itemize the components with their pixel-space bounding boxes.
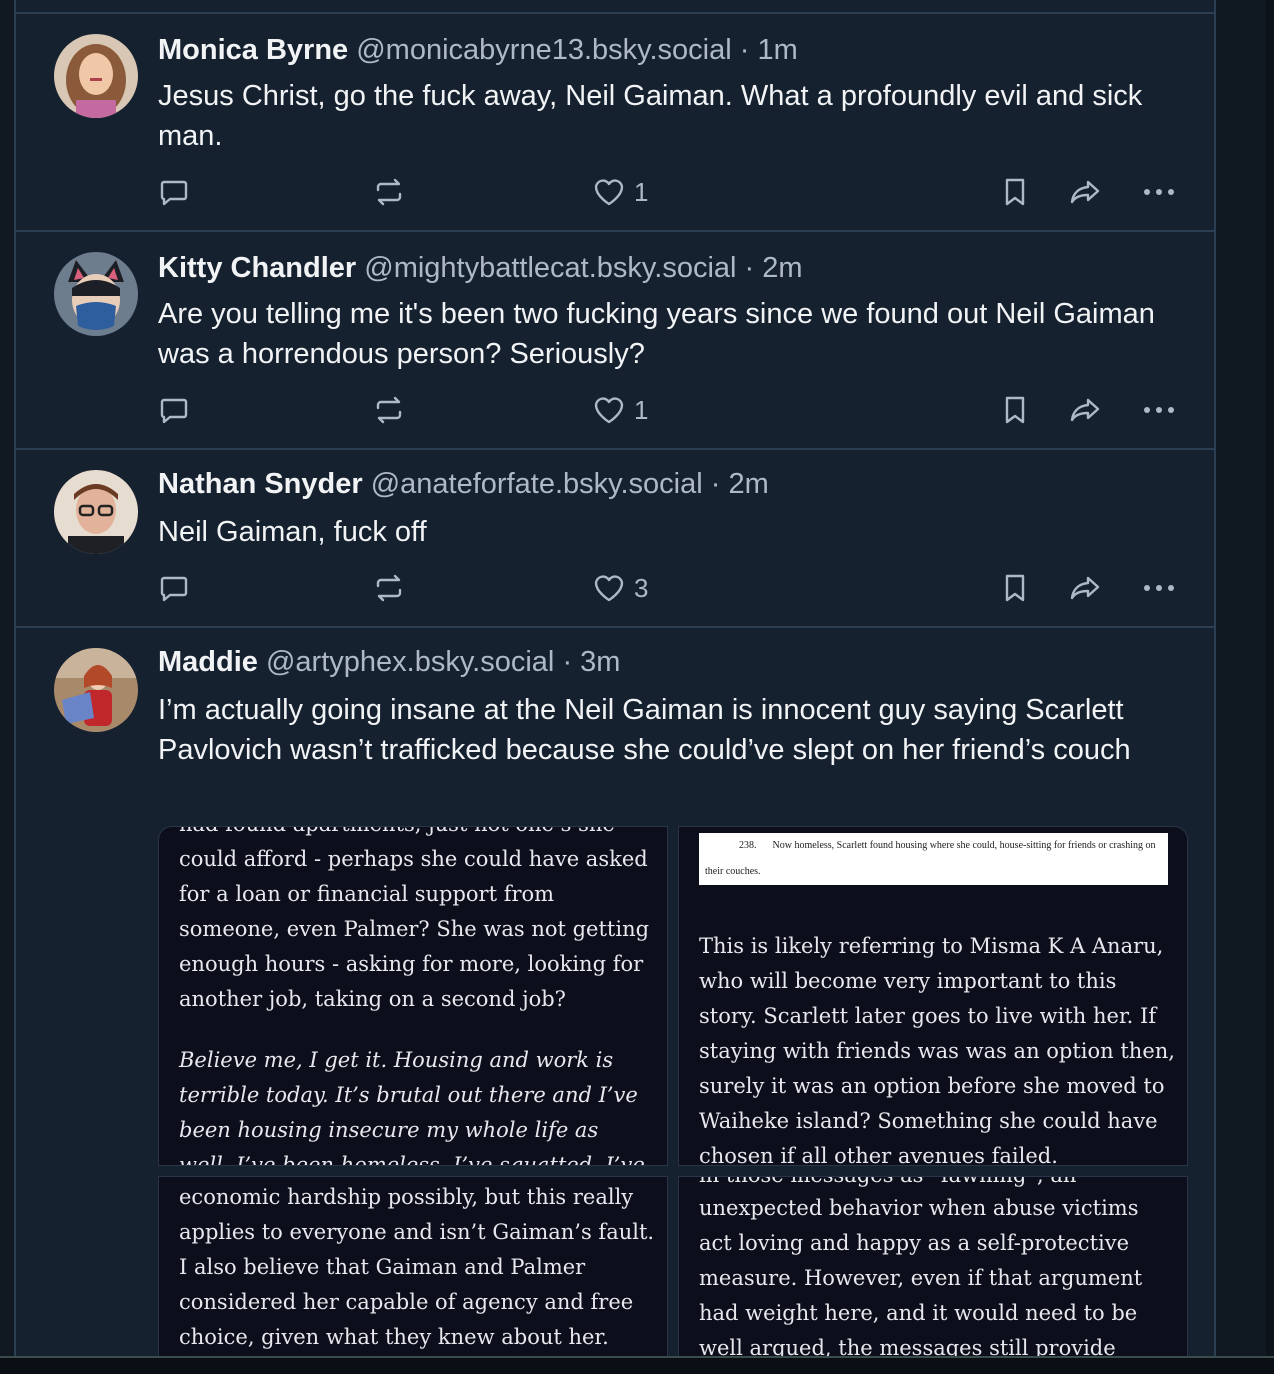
reply-icon — [160, 576, 188, 602]
post-header: Maddie @artyphex.bsky.social · 3m — [158, 646, 1194, 679]
separator-dot: · — [562, 646, 573, 678]
post-time[interactable]: 3m — [580, 646, 620, 678]
heart-icon — [594, 179, 624, 206]
avatar[interactable] — [54, 648, 138, 732]
bookmark-icon — [1005, 396, 1025, 424]
share-button[interactable] — [1068, 172, 1104, 212]
attached-image-2[interactable]: 238. Now homeless, Scarlett found housing… — [678, 826, 1188, 1166]
avatar[interactable] — [54, 34, 138, 118]
post[interactable]: Nathan Snyder @anateforfate.bsky.social … — [16, 450, 1214, 628]
image-text: This is likely referring to Misma K A An… — [699, 934, 1175, 1166]
bookmark-button[interactable] — [1000, 568, 1030, 608]
repost-icon — [376, 396, 402, 424]
post-text: Are you telling me it's been two fucking… — [158, 298, 1155, 370]
post-time[interactable]: 2m — [729, 468, 769, 500]
post-text: I’m actually going insane at the Neil Ga… — [158, 694, 1131, 766]
paragraph-number: 238. — [739, 840, 757, 851]
post-header: Kitty Chandler @mightybattlecat.bsky.soc… — [158, 252, 1194, 285]
like-button[interactable]: 1 — [592, 390, 648, 430]
author-handle[interactable]: @anateforfate.bsky.social — [371, 468, 703, 500]
like-count: 1 — [634, 394, 649, 425]
image-text-italic: Believe me, I get it. Housing and work i… — [179, 1048, 645, 1166]
more-icon — [1144, 585, 1174, 591]
avatar[interactable] — [54, 470, 138, 554]
separator-dot: · — [744, 252, 755, 284]
document-excerpt: 238. Now homeless, Scarlett found housing… — [699, 833, 1168, 885]
more-icon — [1144, 189, 1174, 195]
heart-icon — [594, 575, 624, 602]
post[interactable]: Maddie @artyphex.bsky.social · 3m I’m ac… — [16, 628, 1214, 1374]
repost-button[interactable] — [372, 172, 406, 212]
heart-icon — [594, 397, 624, 424]
avatar[interactable] — [54, 252, 138, 336]
attached-image-1[interactable]: had found apartments, just not one’s she… — [158, 826, 668, 1166]
share-icon — [1070, 398, 1100, 422]
author-handle[interactable]: @monicabyrne13.bsky.social — [356, 34, 731, 66]
image-text: economic hardship possibly, but this rea… — [179, 1185, 655, 1349]
more-button[interactable] — [1142, 568, 1176, 608]
post-text: Jesus Christ, go the fuck away, Neil Gai… — [158, 80, 1143, 152]
reply-button[interactable] — [158, 172, 190, 212]
reply-button[interactable] — [158, 390, 190, 430]
attached-image-4[interactable]: in those messages as “fawning”, an unexp… — [678, 1176, 1188, 1374]
post-actions: 1 — [158, 172, 1214, 212]
post[interactable]: Kitty Chandler @mightybattlecat.bsky.soc… — [16, 232, 1214, 450]
repost-button[interactable] — [372, 568, 406, 608]
scrollbar-track[interactable] — [1266, 0, 1274, 1374]
author-name[interactable]: Nathan Snyder — [158, 468, 363, 500]
author-handle[interactable]: @artyphex.bsky.social — [266, 646, 554, 678]
post-actions: 1 — [158, 390, 1214, 430]
share-button[interactable] — [1068, 390, 1104, 430]
author-name[interactable]: Monica Byrne — [158, 34, 348, 66]
share-button[interactable] — [1068, 568, 1104, 608]
like-count: 3 — [634, 572, 649, 603]
reply-icon — [160, 398, 188, 424]
post-actions: 3 — [158, 568, 1214, 608]
separator-dot: · — [739, 34, 750, 66]
feed-column: Monica Byrne @monicabyrne13.bsky.social … — [14, 0, 1216, 1374]
bookmark-icon — [1005, 574, 1025, 602]
more-button[interactable] — [1142, 172, 1176, 212]
bookmark-icon — [1005, 178, 1025, 206]
post-header: Nathan Snyder @anateforfate.bsky.social … — [158, 468, 1194, 501]
share-icon — [1070, 180, 1100, 204]
bottom-bar — [0, 1356, 1274, 1374]
reply-button[interactable] — [158, 568, 190, 608]
post-header: Monica Byrne @monicabyrne13.bsky.social … — [158, 34, 1194, 67]
image-text: unexpected behavior when abuse victims a… — [699, 1196, 1143, 1360]
more-icon — [1144, 407, 1174, 413]
post[interactable]: Monica Byrne @monicabyrne13.bsky.social … — [16, 14, 1214, 232]
repost-button[interactable] — [372, 390, 406, 430]
author-handle[interactable]: @mightybattlecat.bsky.social — [364, 252, 736, 284]
like-button[interactable]: 3 — [592, 568, 648, 608]
post-text: Neil Gaiman, fuck off — [158, 516, 427, 548]
like-button[interactable]: 1 — [592, 172, 648, 212]
document-text: Now homeless, Scarlett found housing whe… — [705, 840, 1156, 877]
bookmark-button[interactable] — [1000, 172, 1030, 212]
repost-icon — [376, 178, 402, 206]
more-button[interactable] — [1142, 390, 1176, 430]
post-time[interactable]: 2m — [762, 252, 802, 284]
author-name[interactable]: Maddie — [158, 646, 258, 678]
reply-icon — [160, 180, 188, 206]
post-time[interactable]: 1m — [758, 34, 798, 66]
separator-dot: · — [710, 468, 721, 500]
like-count: 1 — [634, 176, 649, 207]
repost-icon — [376, 574, 402, 602]
attached-image-3[interactable]: economic hardship possibly, but this rea… — [158, 1176, 668, 1374]
image-text-clipped: had found apartments, just not one’s she — [179, 827, 655, 842]
share-icon — [1070, 576, 1100, 600]
bookmark-button[interactable] — [1000, 390, 1030, 430]
image-text: could afford - perhaps she could have as… — [179, 847, 650, 1011]
author-name[interactable]: Kitty Chandler — [158, 252, 356, 284]
